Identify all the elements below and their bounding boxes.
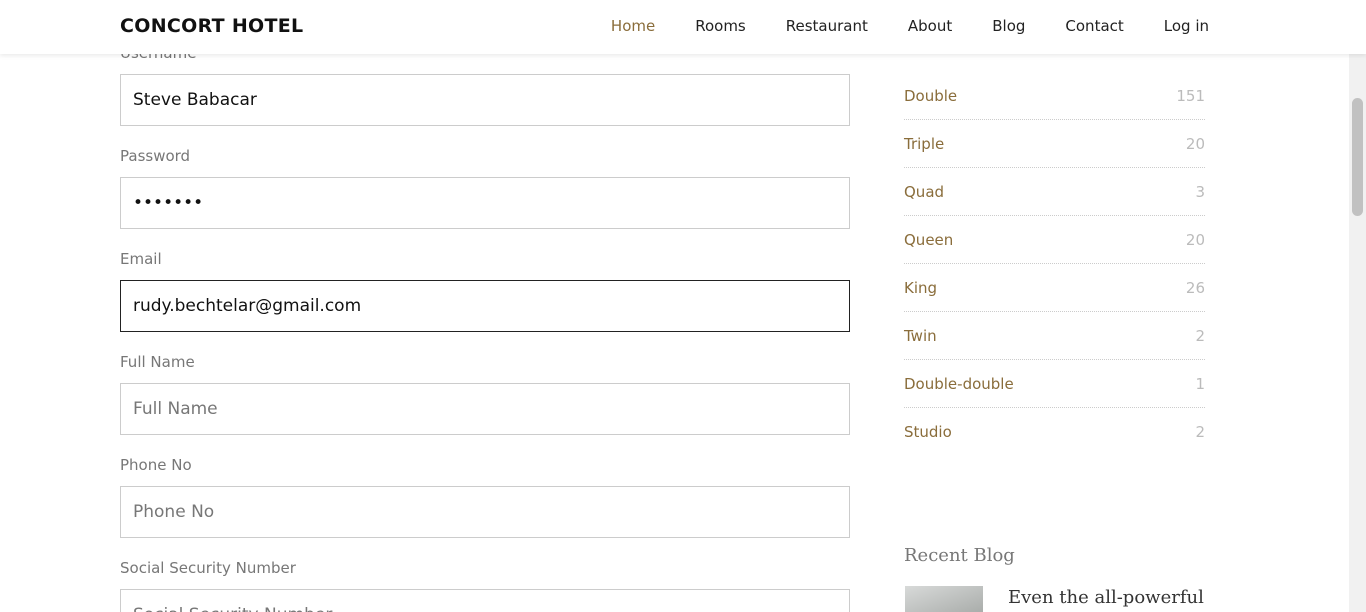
nav-blog[interactable]: Blog [992,17,1025,35]
site-logo[interactable]: CONCORT HOTEL [120,15,303,37]
category-item[interactable]: Twin 2 [904,312,1205,360]
full-name-label: Full Name [120,353,195,371]
page-scrollbar[interactable] [1349,0,1366,612]
password-label: Password [120,147,191,165]
email-field[interactable] [120,280,850,332]
nav-contact[interactable]: Contact [1065,17,1123,35]
category-item[interactable]: Double 151 [904,72,1205,120]
recent-blog-heading: Recent Blog [904,545,1015,566]
category-count: 26 [1185,278,1205,297]
category-name[interactable]: Double-double [904,375,1014,393]
nav-restaurant[interactable]: Restaurant [786,17,868,35]
ssn-input[interactable] [121,590,849,612]
site-header: CONCORT HOTEL Home Rooms Restaurant Abou… [0,0,1366,54]
category-count: 2 [1195,423,1205,441]
phone-field[interactable] [120,486,850,538]
category-name[interactable]: Studio [904,423,952,441]
recent-blog-link[interactable]: Even the all-powerful [1008,587,1204,608]
category-name[interactable]: King [904,279,937,297]
username-field[interactable] [120,74,850,126]
phone-label: Phone No [120,456,192,474]
category-name[interactable]: Queen [904,231,953,249]
category-name[interactable]: Twin [904,327,937,345]
category-name[interactable]: Triple [904,135,944,153]
nav-login[interactable]: Log in [1164,17,1209,35]
category-item[interactable]: Double-double 1 [904,360,1205,408]
scrollbar-thumb[interactable] [1352,98,1363,216]
category-count: 20 [1185,134,1205,153]
category-item[interactable]: Studio 2 [904,408,1205,456]
ssn-field[interactable] [120,589,850,612]
category-item[interactable]: Queen 20 [904,216,1205,264]
full-name-field[interactable] [120,383,850,435]
email-label: Email [120,250,162,268]
category-item[interactable]: Quad 3 [904,168,1205,216]
category-count: 1 [1195,374,1205,393]
nav-home[interactable]: Home [611,17,655,35]
ssn-label: Social Security Number [120,559,296,577]
full-name-input[interactable] [121,384,849,434]
username-input[interactable] [121,75,849,125]
phone-input[interactable] [121,487,849,537]
category-item[interactable]: King 26 [904,264,1205,312]
category-count: 151 [1176,86,1205,105]
email-input[interactable] [121,281,849,331]
nav-about[interactable]: About [908,17,952,35]
password-input[interactable] [121,178,849,228]
category-count: 2 [1195,326,1205,345]
category-count: 20 [1185,230,1205,249]
blog-thumbnail-image[interactable] [905,586,983,612]
category-count: 3 [1195,182,1205,201]
category-name[interactable]: Quad [904,183,944,201]
password-field[interactable] [120,177,850,229]
nav-rooms[interactable]: Rooms [695,17,746,35]
category-name[interactable]: Double [904,87,957,105]
category-item[interactable]: Triple 20 [904,120,1205,168]
main-nav: Home Rooms Restaurant About Blog Contact… [571,17,1209,35]
